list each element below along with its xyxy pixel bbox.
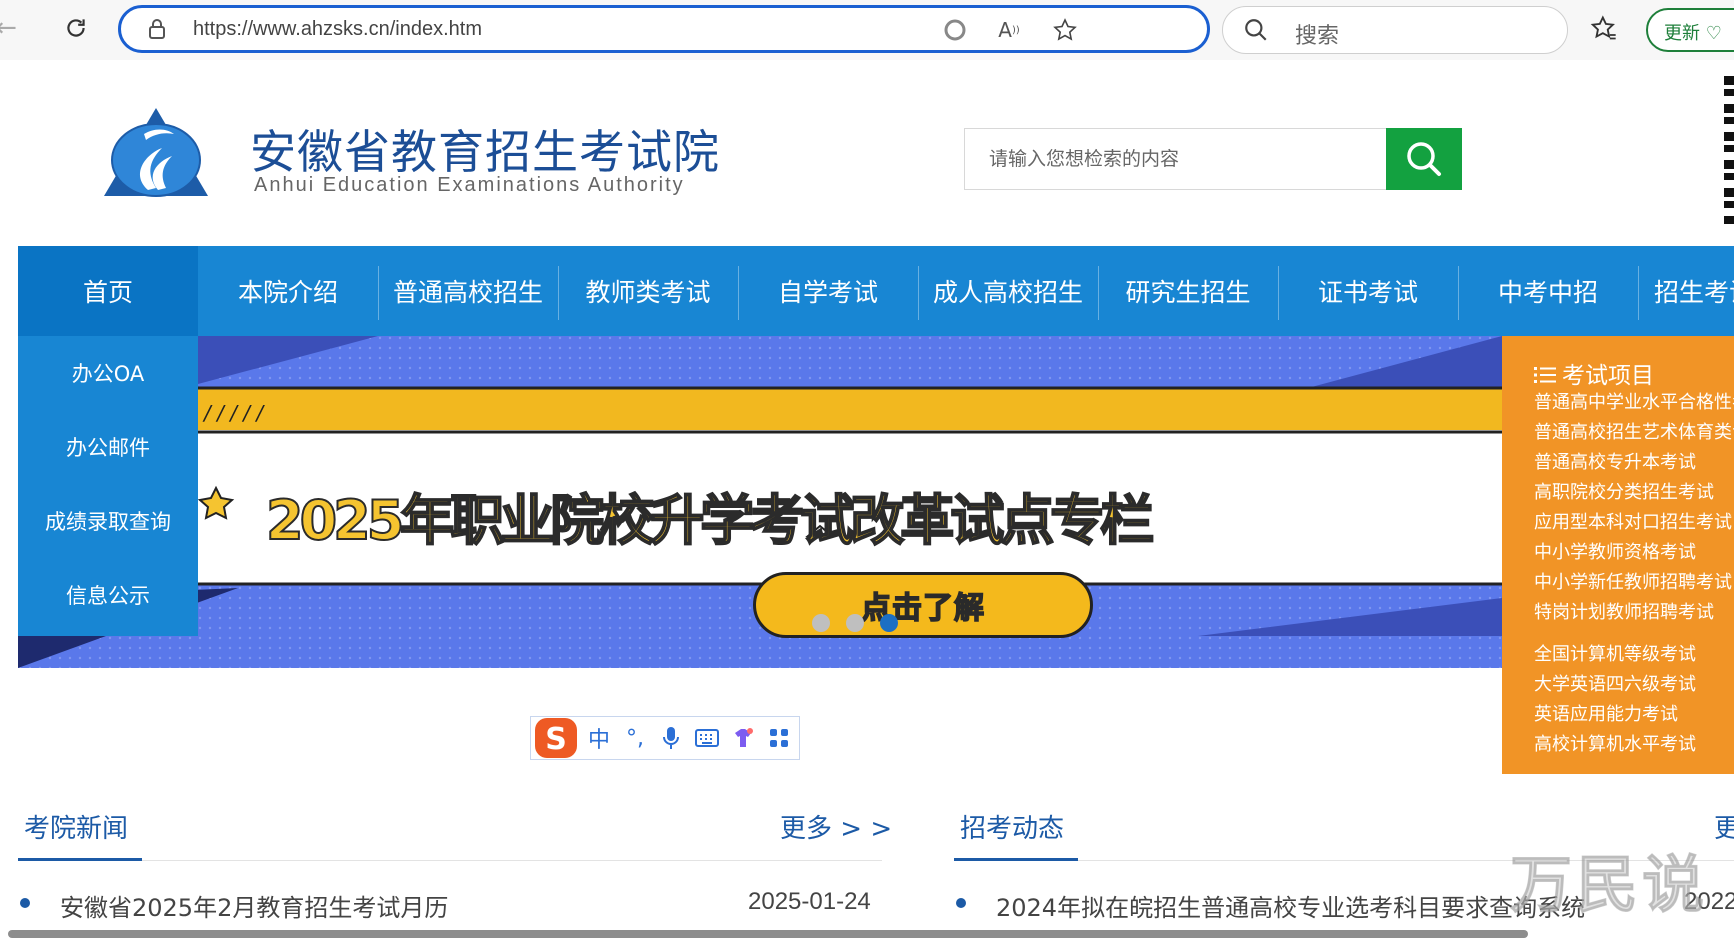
search-icon [1407,142,1441,176]
nav-item-adult-admission[interactable]: 成人高校招生 [918,246,1098,336]
address-bar[interactable]: https://www.ahzsks.cn/index.htm A)) [118,5,1210,53]
browser-search-box[interactable]: 搜索 [1222,6,1568,54]
site-search-button[interactable] [1386,128,1462,190]
edge-share-icon[interactable] [941,16,969,44]
exam-link[interactable]: 大学英语四六级考试 [1534,670,1696,696]
exam-link[interactable]: 英语应用能力考试 [1534,700,1678,726]
exam-link[interactable]: 特岗计划教师招聘考试 [1534,598,1714,624]
news-more-link[interactable]: 更多 > > [780,808,892,845]
exam-projects-panel: 考试项目 普通高中学业水平合格性考试 普通高校招生艺术体育类专业考试 普通高校专… [1502,336,1734,774]
carousel-dot-2[interactable] [846,614,864,632]
list-bullet [956,898,966,908]
side-menu: 办公OA 办公邮件 成绩录取查询 信息公示 [18,336,198,636]
update-button[interactable]: 更新 ♡ [1646,8,1734,52]
banner-cta-button[interactable]: 点击了解 [753,572,1093,638]
back-button[interactable]: ← [0,8,26,48]
nav-item-college-admission[interactable]: 普通高校招生 [378,246,558,336]
qr-code-partial[interactable] [1724,76,1734,224]
side-item-score-query[interactable]: 成绩录取查询 [18,484,198,558]
nav-item-about[interactable]: 本院介绍 [198,246,378,336]
site-search-box [964,128,1387,190]
dynamics-item-title[interactable]: 2024年拟在皖招生普通高校专业选考科目要求查询系统 [996,888,1585,923]
nav-item-certificate[interactable]: 证书考试 [1278,246,1458,336]
site-logo[interactable] [100,104,212,204]
keyboard-icon[interactable] [689,718,725,758]
banner-carousel[interactable]: / / / / / 2025年职业院校升学考试改革试点专栏 点击了解 [18,336,1502,668]
sogou-logo-icon[interactable]: S [531,718,581,758]
exam-link[interactable]: 应用型本科对口招生考试 [1534,508,1732,534]
carousel-dot-1[interactable] [812,614,830,632]
exam-panel-title-text: 考试项目 [1562,363,1654,389]
favorite-star-icon[interactable] [1051,16,1079,44]
side-item-office-mail[interactable]: 办公邮件 [18,410,198,484]
site-search-input[interactable] [965,129,1387,189]
side-item-office-oa[interactable]: 办公OA [18,336,198,410]
side-item-info-notice[interactable]: 信息公示 [18,558,198,632]
nav-item-teacher-exam[interactable]: 教师类考试 [558,246,738,336]
punctuation-icon[interactable]: °, [617,718,653,758]
exam-link[interactable]: 高职院校分类招生考试 [1534,478,1714,504]
exam-link[interactable]: 普通高校专升本考试 [1534,448,1696,474]
microphone-icon[interactable] [653,718,689,758]
main-nav: 首页 本院介绍 普通高校招生 教师类考试 自学考试 成人高校招生 研究生招生 证… [18,246,1734,336]
nav-item-self-study[interactable]: 自学考试 [738,246,918,336]
ime-toolbar[interactable]: S 中 °, [530,716,800,760]
horizontal-scrollbar[interactable] [8,930,1528,938]
list-bullet [20,898,30,908]
url-text: https://www.ahzsks.cn/index.htm [193,18,483,40]
reload-icon [67,19,85,37]
skin-icon[interactable] [725,718,761,758]
browser-search-placeholder: 搜索 [1295,24,1340,49]
news-item-title[interactable]: 安徽省2025年2月教育招生考试月历 [60,888,448,923]
browser-toolbar: ← https://www.ahzsks.cn/index.htm A)) 搜索… [0,0,1734,60]
site-subtitle: Anhui Education Examinations Authority [254,174,685,196]
nav-item-admission-exam[interactable]: 招生考试 [1638,246,1734,336]
ime-mode-toggle[interactable]: 中 [581,718,617,758]
update-label: 更新 [1664,23,1700,44]
favorites-icon[interactable] [1590,14,1618,46]
exam-link[interactable]: 中小学新任教师招聘考试 [1534,568,1732,594]
exam-panel-title: 考试项目 [1534,356,1654,390]
apps-grid-icon[interactable] [761,718,797,758]
exam-link[interactable]: 高校计算机水平考试 [1534,730,1696,756]
svg-text:/ / / / /: / / / / / [202,401,265,425]
lock-icon [147,18,167,44]
exam-link[interactable]: 中小学教师资格考试 [1534,538,1696,564]
nav-item-home[interactable]: 首页 [18,246,198,336]
news-item-date: 2025-01-24 [748,888,871,915]
read-aloud-icon[interactable]: A)) [995,16,1023,44]
dynamics-more-link[interactable]: 更 [1714,808,1734,845]
site-title: 安徽省教育招生考试院 [250,125,720,179]
nav-item-graduate[interactable]: 研究生招生 [1098,246,1278,336]
exam-link[interactable]: 全国计算机等级考试 [1534,640,1696,666]
watermark: 万民说 [1509,848,1709,922]
list-icon [1534,364,1556,390]
search-icon [1243,17,1269,47]
section-underline [954,858,1078,861]
section-divider [18,860,882,861]
section-underline [18,858,142,861]
nav-item-zhongkao[interactable]: 中考中招 [1458,246,1638,336]
dynamics-section-title[interactable]: 招考动态 [960,808,1064,845]
exam-link[interactable]: 普通高中学业水平合格性考试 [1534,388,1734,414]
reload-button[interactable] [56,8,96,48]
svg-text:S: S [545,722,567,757]
exam-link[interactable]: 普通高校招生艺术体育类专业考试 [1534,418,1734,444]
banner-headline: 2025年职业院校升学考试改革试点专栏 [265,488,1155,553]
carousel-dot-3-active[interactable] [880,614,898,632]
news-section-title[interactable]: 考院新闻 [24,808,128,845]
